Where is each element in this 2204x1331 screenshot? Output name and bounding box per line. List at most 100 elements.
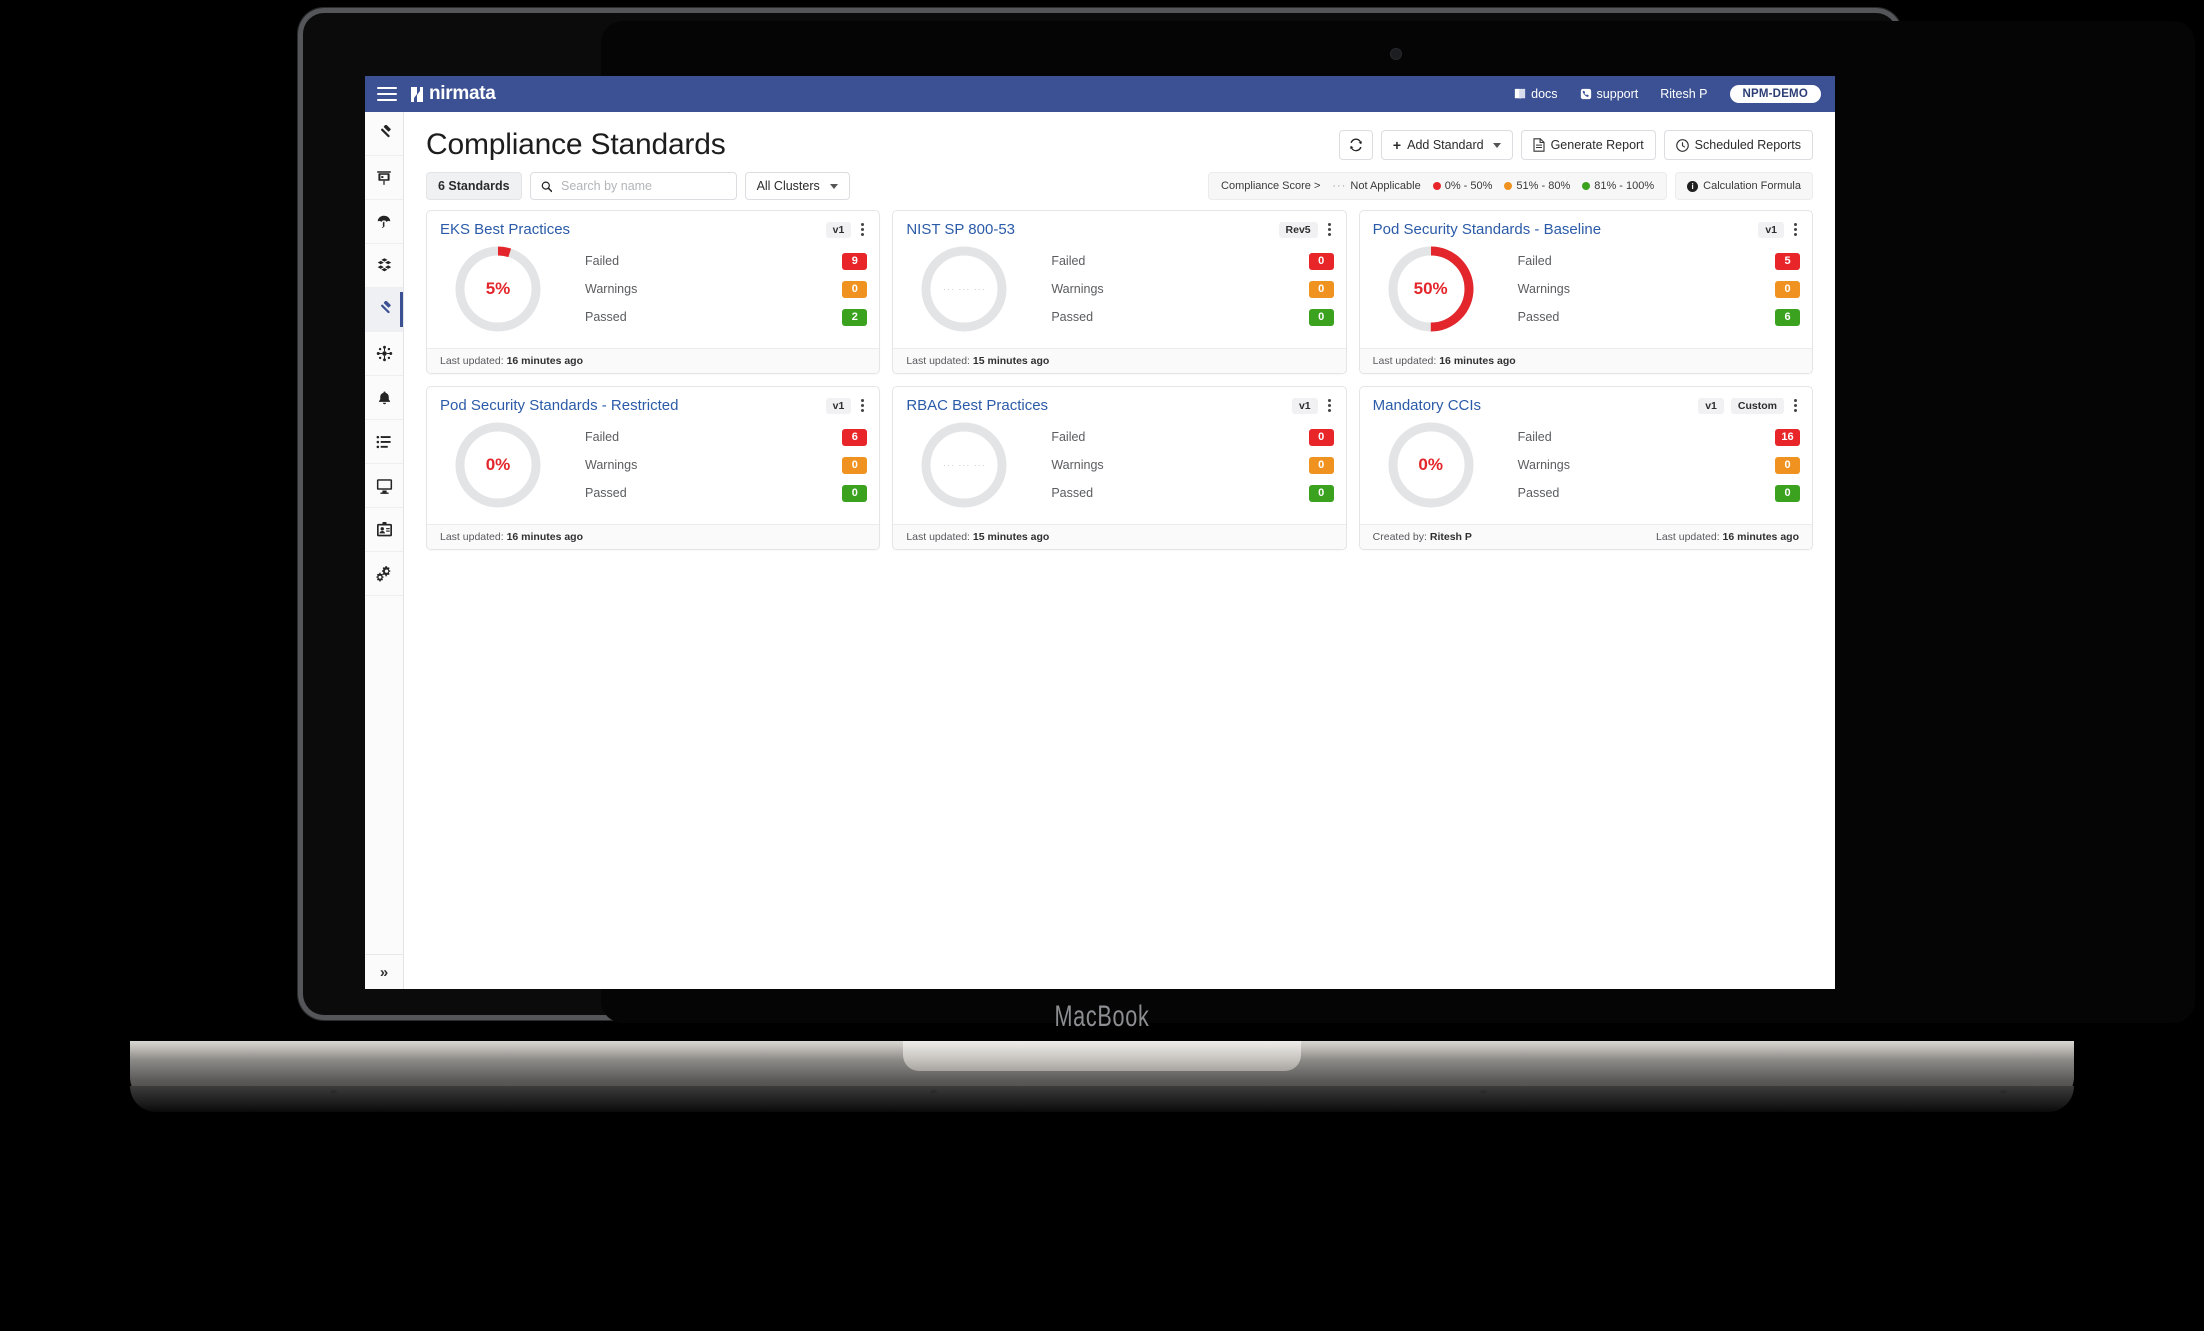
stat-badge-failed: 6 bbox=[842, 428, 868, 446]
card-body: ··· ··· ··· Failed 0 Warnings 0 Passed 0 bbox=[893, 416, 1345, 524]
gears-icon bbox=[376, 565, 391, 582]
stat-row-warnings: Warnings 0 bbox=[1518, 275, 1800, 303]
page-header-actions: + Add Standard Generate Report Scheduled… bbox=[1338, 130, 1813, 160]
sidebar-item-policies[interactable] bbox=[365, 112, 403, 156]
sidebar-item-clusters[interactable] bbox=[365, 464, 403, 508]
sidebar-item-accounts[interactable] bbox=[365, 508, 403, 552]
support-link[interactable]: support bbox=[1580, 87, 1638, 101]
hamburger-icon[interactable] bbox=[377, 87, 397, 101]
macbook-wordmark: MacBook bbox=[1054, 1000, 1150, 1033]
card-footer: Created by: Ritesh P Last updated: 16 mi… bbox=[1359, 524, 1812, 549]
scheduled-reports-button[interactable]: Scheduled Reports bbox=[1663, 130, 1813, 160]
card-menu-button[interactable] bbox=[1791, 221, 1800, 238]
stat-label-warnings: Warnings bbox=[1517, 282, 1570, 296]
card-menu-button[interactable] bbox=[1325, 221, 1334, 238]
card-footer: Last updated: 15 minutes ago bbox=[893, 348, 1346, 373]
standard-card[interactable]: RBAC Best Practices v1 ··· ··· ··· Faile… bbox=[892, 386, 1347, 550]
search-box[interactable] bbox=[529, 172, 737, 200]
user-menu[interactable]: Ritesh P bbox=[1660, 87, 1707, 101]
stat-label-passed: Passed bbox=[1517, 486, 1560, 500]
stat-badge-passed: 0 bbox=[842, 484, 868, 502]
donut-score-label: 0% bbox=[1418, 455, 1443, 474]
calculation-formula-button[interactable]: i Calculation Formula bbox=[1675, 172, 1813, 200]
standard-card[interactable]: EKS Best Practices v1 5% Failed 9 Warnin… bbox=[426, 210, 881, 374]
card-stats: Failed 0 Warnings 0 Passed 0 bbox=[1023, 247, 1334, 331]
standards-count-badge: 6 Standards bbox=[426, 172, 522, 200]
nirmata-logo[interactable]: nirmata bbox=[409, 83, 496, 105]
sidebar-item-dashboards[interactable] bbox=[365, 156, 403, 200]
sidebar-item-settings[interactable] bbox=[365, 552, 403, 596]
donut-score-label: 5% bbox=[485, 279, 511, 298]
stat-row-warnings: Warnings 0 bbox=[1051, 451, 1334, 479]
sidebar-expand-toggle[interactable]: » bbox=[365, 954, 403, 989]
version-chip: v1 bbox=[1291, 397, 1318, 414]
legend-label-mid: 51% - 80% bbox=[1516, 180, 1571, 192]
info-icon: i bbox=[1687, 180, 1699, 192]
sidebar-item-alerts[interactable] bbox=[365, 376, 403, 420]
stat-label-failed: Failed bbox=[1051, 430, 1086, 444]
card-header: Pod Security Standards - Restricted v1 bbox=[427, 387, 879, 416]
clock-icon bbox=[1675, 138, 1689, 152]
stat-label-warnings: Warnings bbox=[1051, 282, 1104, 296]
card-body: 5% Failed 9 Warnings 0 Passed 2 bbox=[427, 240, 879, 348]
card-menu-button[interactable] bbox=[1325, 397, 1334, 414]
generate-report-label: Generate Report bbox=[1550, 138, 1644, 152]
scheduled-reports-label: Scheduled Reports bbox=[1694, 138, 1801, 152]
stat-badge-failed: 16 bbox=[1775, 428, 1800, 446]
stat-row-warnings: Warnings 0 bbox=[585, 451, 868, 479]
laptop-base-notch bbox=[903, 1041, 1301, 1071]
sidebar-item-topology[interactable] bbox=[365, 332, 403, 376]
standard-card[interactable]: Pod Security Standards - Restricted v1 0… bbox=[426, 386, 881, 550]
stat-label-warnings: Warnings bbox=[585, 282, 638, 296]
sidebar-item-compliance[interactable] bbox=[365, 288, 403, 332]
base-foot-dot bbox=[330, 1090, 337, 1094]
legend-group: Compliance Score > ··· Not Applicable 0%… bbox=[1208, 172, 1813, 200]
stat-row-passed: Passed 0 bbox=[1051, 479, 1334, 507]
generate-report-button[interactable]: Generate Report bbox=[1520, 130, 1656, 160]
list-icon bbox=[376, 435, 391, 448]
card-title[interactable]: Mandatory CCIs bbox=[1373, 397, 1481, 414]
base-foot-dot bbox=[930, 1090, 937, 1094]
card-menu-button[interactable] bbox=[858, 221, 867, 238]
chevron-down-icon bbox=[829, 183, 838, 189]
standard-card[interactable]: Mandatory CCIs v1 Custom 0% Failed 16 Wa… bbox=[1358, 386, 1813, 550]
card-menu-button[interactable] bbox=[858, 397, 867, 414]
donut-wrapper: ··· ··· ··· bbox=[905, 422, 1023, 508]
stat-row-warnings: Warnings 0 bbox=[585, 275, 868, 303]
stat-label-passed: Passed bbox=[1051, 486, 1094, 500]
card-footer: Last updated: 15 minutes ago bbox=[893, 524, 1346, 549]
org-badge[interactable]: NPM-DEMO bbox=[1729, 85, 1821, 103]
legend-dot-red bbox=[1432, 182, 1441, 190]
stat-row-passed: Passed 0 bbox=[1518, 479, 1800, 507]
card-menu-button[interactable] bbox=[1791, 397, 1800, 414]
stat-badge-warnings: 0 bbox=[842, 280, 868, 298]
card-stats: Failed 9 Warnings 0 Passed 2 bbox=[557, 247, 868, 331]
standard-card[interactable]: Pod Security Standards - Baseline v1 50% bbox=[1358, 210, 1813, 374]
card-title[interactable]: NIST SP 800-53 bbox=[906, 221, 1015, 238]
sidebar-item-protect[interactable] bbox=[365, 200, 403, 244]
refresh-button[interactable] bbox=[1338, 130, 1373, 160]
standard-card[interactable]: NIST SP 800-53 Rev5 ··· ··· ··· Failed 0… bbox=[892, 210, 1347, 374]
card-title[interactable]: Pod Security Standards - Baseline bbox=[1373, 221, 1601, 238]
donut-score-label: ··· ··· ··· bbox=[942, 284, 986, 294]
compliance-score-donut: 0% bbox=[455, 422, 541, 508]
stat-badge-failed: 0 bbox=[1308, 252, 1334, 270]
bell-icon bbox=[378, 390, 390, 404]
donut-wrapper: 0% bbox=[439, 422, 557, 508]
add-standard-button[interactable]: + Add Standard bbox=[1380, 130, 1513, 160]
sidebar-item-reports-list[interactable] bbox=[365, 420, 403, 464]
sidebar-item-resources[interactable] bbox=[365, 244, 403, 288]
stat-row-passed: Passed 0 bbox=[1051, 303, 1334, 331]
card-header: Mandatory CCIs v1 Custom bbox=[1360, 387, 1812, 416]
card-title[interactable]: EKS Best Practices bbox=[440, 221, 570, 238]
card-title[interactable]: Pod Security Standards - Restricted bbox=[440, 397, 678, 414]
laptop-base-shadow bbox=[130, 1086, 2074, 1112]
stat-row-failed: Failed 0 bbox=[1051, 423, 1334, 451]
docs-link[interactable]: docs bbox=[1514, 87, 1558, 101]
id-badge-icon bbox=[376, 522, 392, 537]
card-header-right: v1 bbox=[1758, 221, 1800, 238]
card-header-right: Rev5 bbox=[1278, 221, 1334, 238]
search-input[interactable] bbox=[558, 178, 726, 194]
cluster-filter-select[interactable]: All Clusters bbox=[744, 172, 850, 200]
card-title[interactable]: RBAC Best Practices bbox=[906, 397, 1048, 414]
